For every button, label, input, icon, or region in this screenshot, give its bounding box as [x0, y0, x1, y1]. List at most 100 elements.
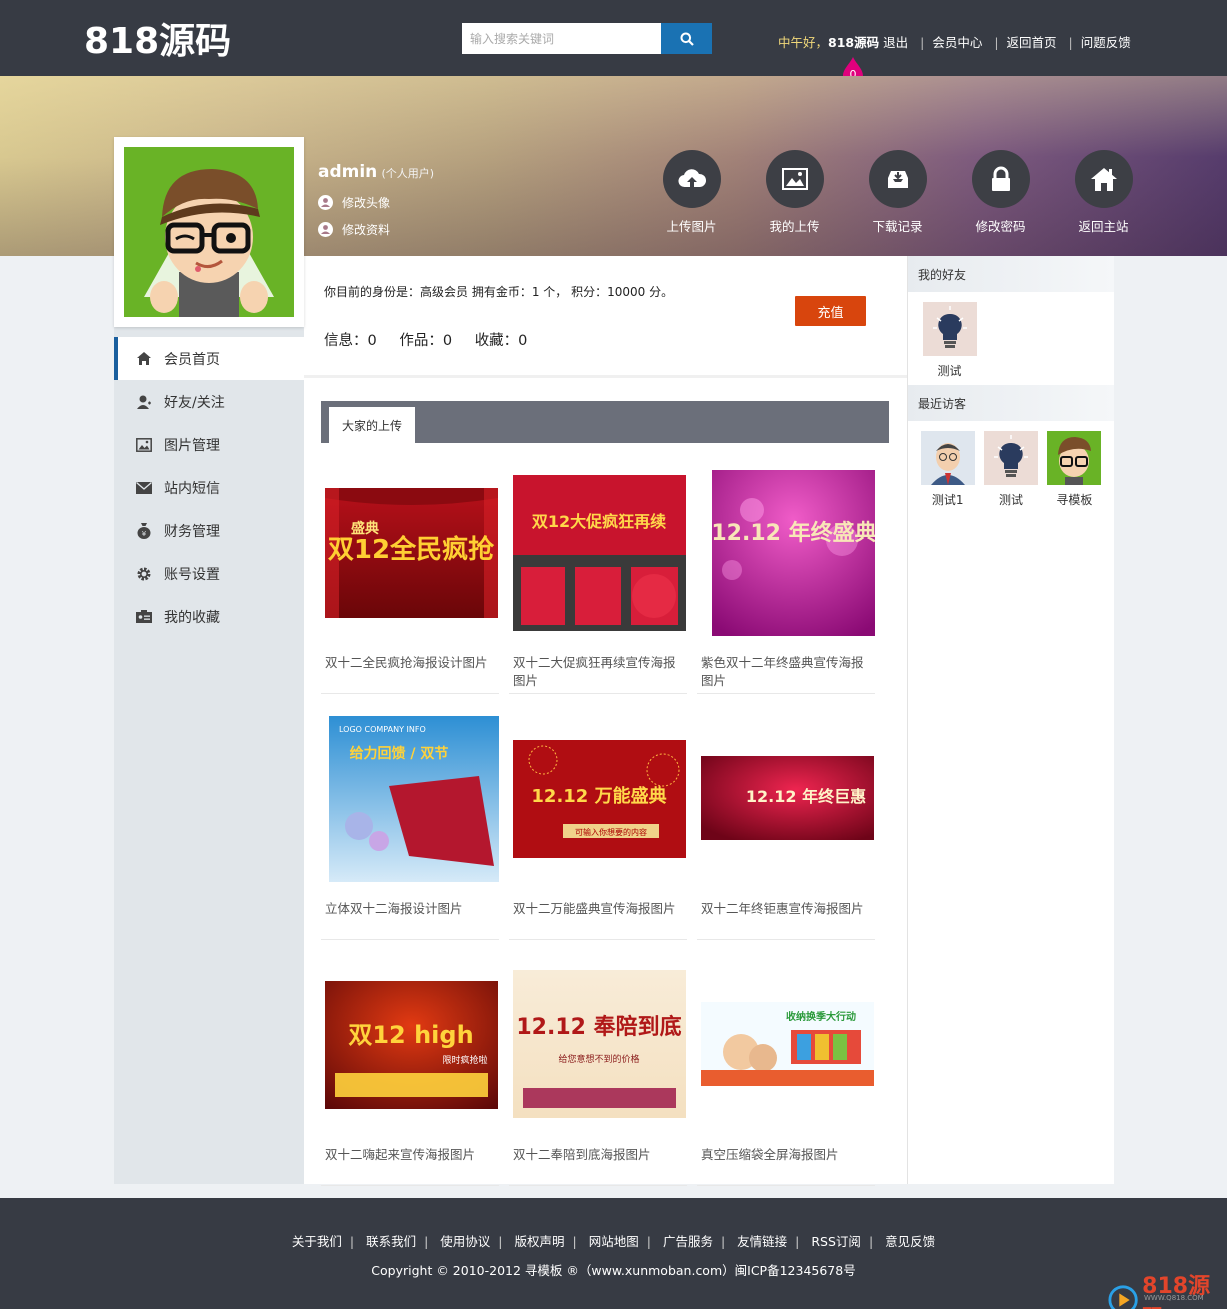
menu-item-images[interactable]: 图片管理: [114, 423, 304, 466]
edit-info-link[interactable]: 修改资料: [318, 221, 434, 238]
footer-link[interactable]: 联系我们: [366, 1234, 416, 1249]
svg-text:双12 high: 双12 high: [348, 1021, 473, 1049]
bulb-avatar-icon: [983, 431, 1038, 485]
friends-list: 测试: [908, 292, 1114, 385]
quick-label: 修改密码: [975, 219, 1026, 234]
avatar[interactable]: [124, 147, 294, 317]
svg-text:限时疯抢啦: 限时疯抢啦: [442, 1054, 487, 1066]
member-menu: 会员首页 好友/关注 图片管理 站内短信 ¥ 财务管理 账号设置 我的收藏: [114, 337, 304, 638]
upload-card[interactable]: 12.12 万能盛典 可输入你想要的内容 双十二万能盛典宣传海报图片: [509, 716, 687, 940]
upload-card[interactable]: 双12大促疯狂再续 双十二大促疯狂再续宣传海报图片: [509, 470, 687, 694]
status-text: 你目前的身份是：高级会员 拥有金币：1 个， 积分：10000 分。: [324, 285, 674, 299]
tab-bar: 大家的上传: [321, 401, 889, 443]
svg-text:12.12 年终盛典: 12.12 年终盛典: [712, 520, 875, 546]
visitor-item[interactable]: 寻模板: [1043, 431, 1106, 508]
menu-item-account-settings[interactable]: 账号设置: [114, 552, 304, 595]
upload-card[interactable]: LOGO COMPANY INFO 给力回馈 / 双节 立体双十二海报设计图片: [321, 716, 499, 940]
upload-card[interactable]: 双12 high 限时疯抢啦 双十二嗨起来宣传海报图片: [321, 962, 499, 1186]
upload-card[interactable]: 12.12 年终巨惠 双十二年终钜惠宣传海报图片: [697, 716, 875, 940]
upload-card[interactable]: 双12全民疯抢 盛典 双十二全民疯抢海报设计图片: [321, 470, 499, 694]
cartoon-avatar-icon: [124, 147, 294, 317]
main-content: 你目前的身份是：高级会员 拥有金币：1 个， 积分：10000 分。 充值 信息…: [304, 256, 907, 1186]
poster-thumbnail: 12.12 年终盛典: [712, 470, 875, 636]
visitor-item[interactable]: 测试1: [916, 431, 979, 508]
watermark: 818源码 WWW.Q818.COM: [1108, 1268, 1227, 1309]
footer-link[interactable]: 意见反馈: [885, 1234, 935, 1249]
user-circle-icon: [318, 222, 333, 237]
poster-thumbnail: 12.12 奉陪到底 给您意想不到的价格: [513, 970, 686, 1118]
site-logo[interactable]: 818源码: [84, 12, 231, 64]
svg-text:可输入你想要的内容: 可输入你想要的内容: [575, 827, 647, 837]
user-icon: [136, 394, 152, 410]
footer-links: 关于我们 | 联系我们 | 使用协议 | 版权声明 | 网站地图 | 广告服务 | 友情链接…: [291, 1234, 936, 1249]
svg-text:双12大促疯狂再续: 双12大促疯狂再续: [532, 512, 666, 531]
edit-avatar-link[interactable]: 修改头像: [318, 194, 434, 211]
poster-thumbnail: 双12 high 限时疯抢啦: [325, 981, 498, 1109]
lock-icon: [971, 150, 1030, 208]
menu-label: 站内短信: [164, 480, 220, 497]
menu-item-favorites[interactable]: 我的收藏: [114, 595, 304, 638]
works-count[interactable]: 作品：0: [399, 333, 452, 349]
quick-download-records[interactable]: 下载记录: [846, 150, 949, 235]
footer-link[interactable]: 友情链接: [737, 1234, 787, 1249]
feedback-link[interactable]: 问题反馈: [1081, 35, 1131, 50]
user-links: 中午好，818源码 退出 | 会员中心 | 返回首页 | 问题反馈: [778, 35, 1131, 50]
upload-card[interactable]: 收纳换季大行动 真空压缩袋全屏海报图片: [697, 962, 875, 1186]
search-input[interactable]: [462, 23, 662, 54]
home-link[interactable]: 返回首页: [1007, 35, 1057, 50]
menu-item-member-home[interactable]: 会员首页: [114, 337, 304, 380]
menu-item-messages[interactable]: 站内短信: [114, 466, 304, 509]
profile-info: admin (个人用户) 修改头像 修改资料: [318, 162, 434, 238]
footer: 关于我们 | 联系我们 | 使用协议 | 版权声明 | 网站地图 | 广告服务 | 友情链接…: [0, 1198, 1227, 1309]
svg-text:收纳换季大行动: 收纳换季大行动: [786, 1010, 856, 1023]
cartoon-avatar-icon: [1047, 431, 1102, 485]
svg-text:12.12 奉陪到底: 12.12 奉陪到底: [516, 1014, 681, 1040]
visitor-item[interactable]: 测试: [979, 431, 1042, 508]
quick-my-uploads[interactable]: 我的上传: [743, 150, 846, 235]
picture-icon: [136, 437, 152, 453]
menu-item-friends[interactable]: 好友/关注: [114, 380, 304, 423]
member-counts: 信息：0 作品：0 收藏：0: [324, 329, 545, 350]
footer-link[interactable]: 网站地图: [589, 1234, 639, 1249]
footer-link[interactable]: 使用协议: [440, 1234, 490, 1249]
footer-link[interactable]: 关于我们: [292, 1234, 342, 1249]
visitor-name: 寻模板: [1056, 493, 1093, 507]
search-bar: [462, 23, 712, 54]
menu-item-finance[interactable]: ¥ 财务管理: [114, 509, 304, 552]
username[interactable]: 818源码: [828, 35, 879, 50]
copyright-text: Copyright © 2010-2012 寻模板 ®（www.xunmoban…: [371, 1263, 856, 1278]
picture-icon: [765, 150, 824, 208]
friend-item[interactable]: 测试: [916, 302, 983, 379]
upload-card[interactable]: 12.12 奉陪到底 给您意想不到的价格 双十二奉陪到底海报图片: [509, 962, 687, 1186]
menu-label: 账号设置: [164, 566, 220, 583]
bulb-avatar-icon: [922, 302, 977, 356]
friends-heading: 我的好友: [908, 256, 1114, 292]
footer-link[interactable]: 广告服务: [663, 1234, 713, 1249]
svg-text:¥: ¥: [142, 530, 147, 538]
logout-link[interactable]: 退出: [883, 35, 908, 50]
upload-title: 紫色双十二年终盛典宣传海报图片: [701, 655, 864, 688]
quick-change-password[interactable]: 修改密码: [949, 150, 1052, 235]
upload-title: 立体双十二海报设计图片: [325, 901, 463, 916]
poster-thumbnail: 双12全民疯抢 盛典: [325, 488, 498, 618]
watermark-url: WWW.Q818.COM: [1144, 1294, 1204, 1302]
quick-upload-image[interactable]: 上传图片: [640, 150, 743, 235]
menu-label: 好友/关注: [164, 394, 225, 411]
member-center-link[interactable]: 会员中心: [932, 35, 982, 50]
search-icon: [680, 32, 694, 46]
info-count[interactable]: 信息：0: [324, 333, 377, 349]
search-button[interactable]: [661, 23, 712, 54]
quick-label: 返回主站: [1078, 219, 1129, 234]
home-icon: [1074, 150, 1133, 208]
poster-thumbnail: LOGO COMPANY INFO 给力回馈 / 双节: [329, 716, 499, 882]
money-bag-icon: ¥: [136, 523, 152, 539]
quick-back-main[interactable]: 返回主站: [1052, 150, 1155, 235]
recharge-button[interactable]: 充值: [795, 296, 866, 326]
upload-card[interactable]: 12.12 年终盛典 紫色双十二年终盛典宣传海报图片: [697, 470, 875, 694]
favorites-count[interactable]: 收藏：0: [475, 333, 528, 349]
footer-link[interactable]: RSS订阅: [811, 1234, 861, 1249]
tab-everyone-uploads[interactable]: 大家的上传: [329, 407, 415, 443]
quick-label: 上传图片: [666, 219, 717, 234]
footer-link[interactable]: 版权声明: [515, 1234, 565, 1249]
user-circle-icon: [318, 195, 333, 210]
